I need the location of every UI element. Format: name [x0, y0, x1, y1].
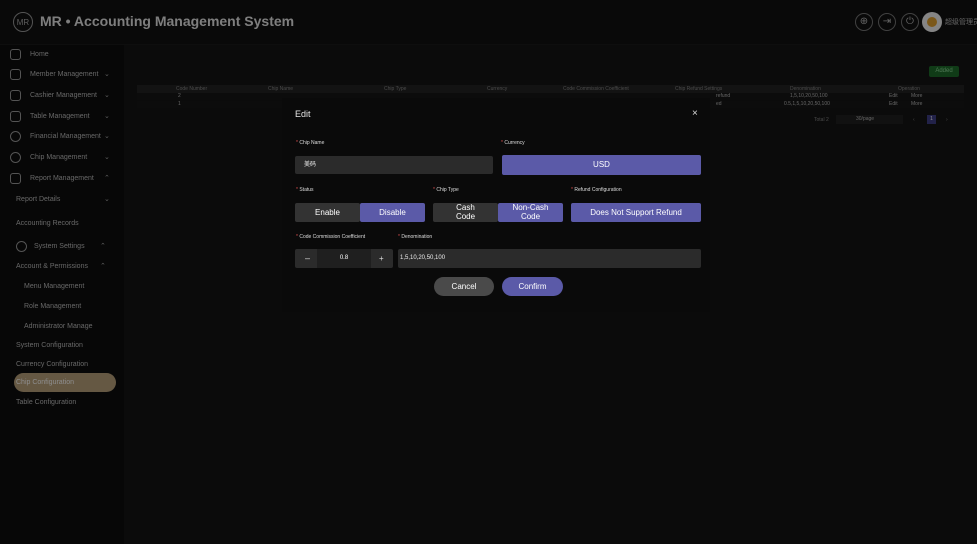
close-icon[interactable]: × — [692, 108, 698, 119]
currency-select[interactable]: USD — [502, 155, 701, 175]
denomination-label: Denomination — [398, 234, 432, 240]
refund-label: Refund Configuration — [571, 187, 621, 193]
status-enable-button[interactable]: Enable — [295, 203, 360, 222]
plus-icon[interactable]: + — [379, 249, 384, 268]
confirm-button[interactable]: Confirm — [502, 277, 563, 296]
chip-name-label: Chip Name — [296, 140, 324, 146]
chip-type-label: Chip Type — [433, 187, 458, 193]
status-disable-button[interactable]: Disable — [360, 203, 425, 222]
chip-type-cash-button[interactable]: Cash Code — [433, 203, 498, 222]
commission-value[interactable]: 0.8 — [317, 249, 371, 268]
cancel-button[interactable]: Cancel — [434, 277, 494, 296]
commission-label: Code Commission Coefficient — [296, 234, 365, 240]
status-label: Status — [296, 187, 313, 193]
chip-type-noncash-button[interactable]: Non-Cash Code — [498, 203, 563, 222]
refund-select[interactable]: Does Not Support Refund — [571, 203, 701, 222]
denomination-input[interactable]: 1,5,10,20,50,100 — [398, 249, 701, 268]
currency-label: Currency — [501, 140, 524, 146]
minus-icon[interactable]: – — [305, 249, 310, 268]
commission-stepper: – 0.8 + — [295, 249, 393, 268]
modal-title: Edit — [295, 109, 311, 119]
chip-name-input[interactable]: 美码 — [295, 156, 493, 174]
